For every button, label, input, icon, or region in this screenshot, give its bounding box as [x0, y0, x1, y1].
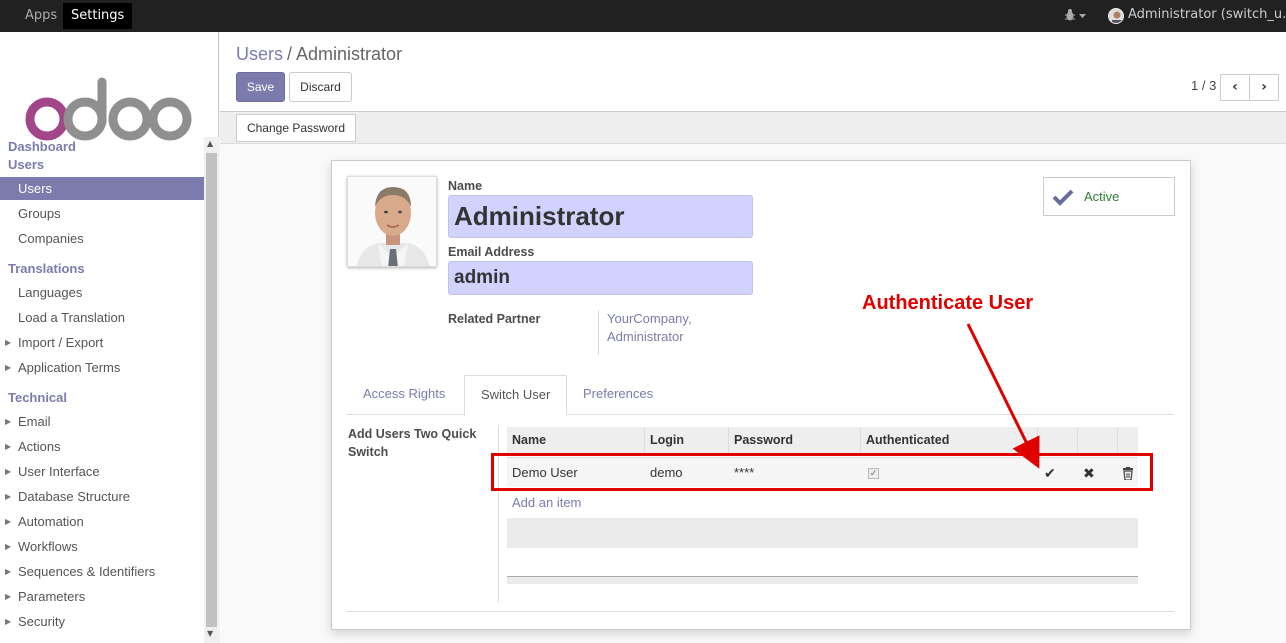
- group-divider: [498, 425, 499, 603]
- header-blank-3: [1118, 427, 1138, 454]
- table-header: Name Login Password Authenticated: [507, 427, 1138, 454]
- section-translations: Translations: [8, 261, 85, 276]
- caret-right-icon: ▶: [5, 442, 12, 451]
- sidebar-item-email[interactable]: ▶ Email: [0, 410, 204, 433]
- sidebar-item-languages[interactable]: Languages: [0, 281, 204, 304]
- breadcrumb-users[interactable]: Users: [236, 44, 283, 64]
- sidebar: Dashboard Users Users Groups Companies T…: [0, 32, 219, 643]
- header-authenticated[interactable]: Authenticated: [861, 427, 1038, 454]
- header-login[interactable]: Login: [645, 427, 729, 454]
- sidebar-item-label: Application Terms: [18, 360, 121, 375]
- sidebar-item-label: User Interface: [18, 464, 100, 479]
- name-label: Name: [448, 179, 483, 193]
- related-partner-label: Related Partner: [448, 312, 541, 326]
- control-panel: Users / Administrator Save Discard 1 / 3 ‹…: [220, 32, 1286, 112]
- discard-button[interactable]: Discard: [289, 72, 352, 102]
- caret-right-icon: ▶: [5, 617, 12, 626]
- save-button[interactable]: Save: [236, 72, 285, 102]
- sidebar-item-users[interactable]: Users: [0, 177, 204, 200]
- sidebar-item-label: Automation: [18, 514, 84, 529]
- sidebar-item-load-translation[interactable]: Load a Translation: [0, 306, 204, 329]
- sidebar-item-label: Database Structure: [18, 489, 131, 504]
- chevron-left-icon[interactable]: ‹: [1220, 74, 1250, 101]
- header-blank-1: [1038, 427, 1078, 454]
- user-avatar[interactable]: [1108, 8, 1124, 24]
- breadcrumb-separator: /: [287, 44, 293, 64]
- check-icon: [1052, 189, 1074, 206]
- sidebar-item-label: Security: [18, 614, 65, 629]
- sidebar-item-import-export[interactable]: ▶ Import / Export: [0, 331, 204, 354]
- odoo-logo[interactable]: [25, 62, 195, 142]
- tab-preferences[interactable]: Preferences: [567, 375, 669, 415]
- header-blank-2: [1078, 427, 1118, 454]
- section-dashboard[interactable]: Dashboard: [8, 139, 76, 154]
- related-partner-link[interactable]: YourCompany, Administrator: [598, 310, 692, 355]
- notebook-tabs: Access Rights Switch User Preferences: [347, 375, 1174, 416]
- annotation-label: Authenticate User: [862, 292, 1034, 314]
- sidebar-item-label: Email: [18, 414, 51, 429]
- chevron-right-icon[interactable]: ›: [1249, 74, 1279, 101]
- section-users: Users: [8, 157, 45, 172]
- sidebar-item-user-interface[interactable]: ▶ User Interface: [0, 460, 204, 483]
- quick-switch-label: Add Users Two Quick Switch: [348, 427, 477, 459]
- caret-right-icon: ▶: [5, 542, 12, 551]
- top-navbar: Apps Settings Administrator (switch_u...: [0, 0, 1286, 32]
- annotation-highlight-box: [491, 453, 1153, 491]
- active-toggle-button[interactable]: Active: [1043, 177, 1175, 216]
- scrollbar-thumb[interactable]: [206, 153, 217, 627]
- section-technical: Technical: [8, 390, 68, 405]
- caret-right-icon: ▶: [5, 467, 12, 476]
- sidebar-item-groups[interactable]: Groups: [0, 202, 204, 225]
- sidebar-item-security[interactable]: ▶ Security: [0, 610, 204, 633]
- sidebar-item-application-terms[interactable]: ▶ Application Terms: [0, 356, 204, 379]
- sidebar-item-database-structure[interactable]: ▶ Database Structure: [0, 485, 204, 508]
- sidebar-item-label: Import / Export: [18, 335, 104, 350]
- odoo-logo-svg: [25, 77, 192, 141]
- caret-right-icon: ▶: [5, 338, 12, 347]
- caret-right-icon: ▶: [5, 492, 12, 501]
- user-menu[interactable]: Administrator (switch_u...: [1128, 7, 1286, 22]
- apps-menu[interactable]: Apps: [17, 3, 65, 29]
- sidebar-item-parameters[interactable]: ▶ Parameters: [0, 585, 204, 608]
- email-field[interactable]: admin: [448, 261, 753, 295]
- sidebar-item-sequences[interactable]: ▶ Sequences & Identifiers: [0, 560, 204, 583]
- sidebar-scrollbar[interactable]: ▲ ▼: [204, 137, 219, 643]
- caret-right-icon: ▶: [5, 417, 12, 426]
- sidebar-item-label: Sequences & Identifiers: [18, 564, 156, 579]
- related-partner-line1: YourCompany,: [607, 311, 692, 326]
- sidebar-item-workflows[interactable]: ▶ Workflows: [0, 535, 204, 558]
- caret-right-icon: ▶: [5, 363, 12, 372]
- caret-right-icon: ▶: [5, 567, 12, 576]
- form-bottom-divider: [347, 611, 1174, 612]
- table-footer: [507, 576, 1138, 584]
- caret-right-icon: ▶: [5, 517, 12, 526]
- bug-icon[interactable]: [1064, 8, 1086, 25]
- header-name[interactable]: Name: [507, 427, 645, 454]
- scroll-up-icon[interactable]: ▲: [207, 139, 213, 148]
- name-field[interactable]: Administrator: [448, 195, 753, 238]
- related-partner-line2: Administrator: [607, 329, 684, 344]
- sidebar-item-actions[interactable]: ▶ Actions: [0, 435, 204, 458]
- sidebar-item-label: Workflows: [18, 539, 78, 554]
- scroll-down-icon[interactable]: ▼: [207, 629, 213, 638]
- table-filler-row: [507, 518, 1138, 548]
- active-label: Active: [1084, 189, 1120, 204]
- change-password-button[interactable]: Change Password: [236, 114, 356, 142]
- tab-access-rights[interactable]: Access Rights: [347, 375, 461, 415]
- breadcrumb-current: Administrator: [296, 44, 403, 64]
- pager-value[interactable]: 1 / 3: [1191, 78, 1216, 93]
- sidebar-item-companies[interactable]: Companies: [0, 227, 204, 250]
- tab-switch-user[interactable]: Switch User: [464, 375, 568, 416]
- settings-menu[interactable]: Settings: [63, 3, 133, 29]
- caret-right-icon: ▶: [5, 592, 12, 601]
- header-password[interactable]: Password: [729, 427, 861, 454]
- user-photo[interactable]: [347, 176, 437, 267]
- email-label: Email Address: [448, 245, 535, 259]
- sidebar-item-label: Parameters: [18, 589, 86, 604]
- statusbar: Change Password: [220, 112, 1286, 144]
- add-item-link[interactable]: Add an item: [512, 495, 581, 510]
- sidebar-item-label: Actions: [18, 439, 61, 454]
- breadcrumb: Users / Administrator: [236, 44, 402, 65]
- sidebar-item-automation[interactable]: ▶ Automation: [0, 510, 204, 533]
